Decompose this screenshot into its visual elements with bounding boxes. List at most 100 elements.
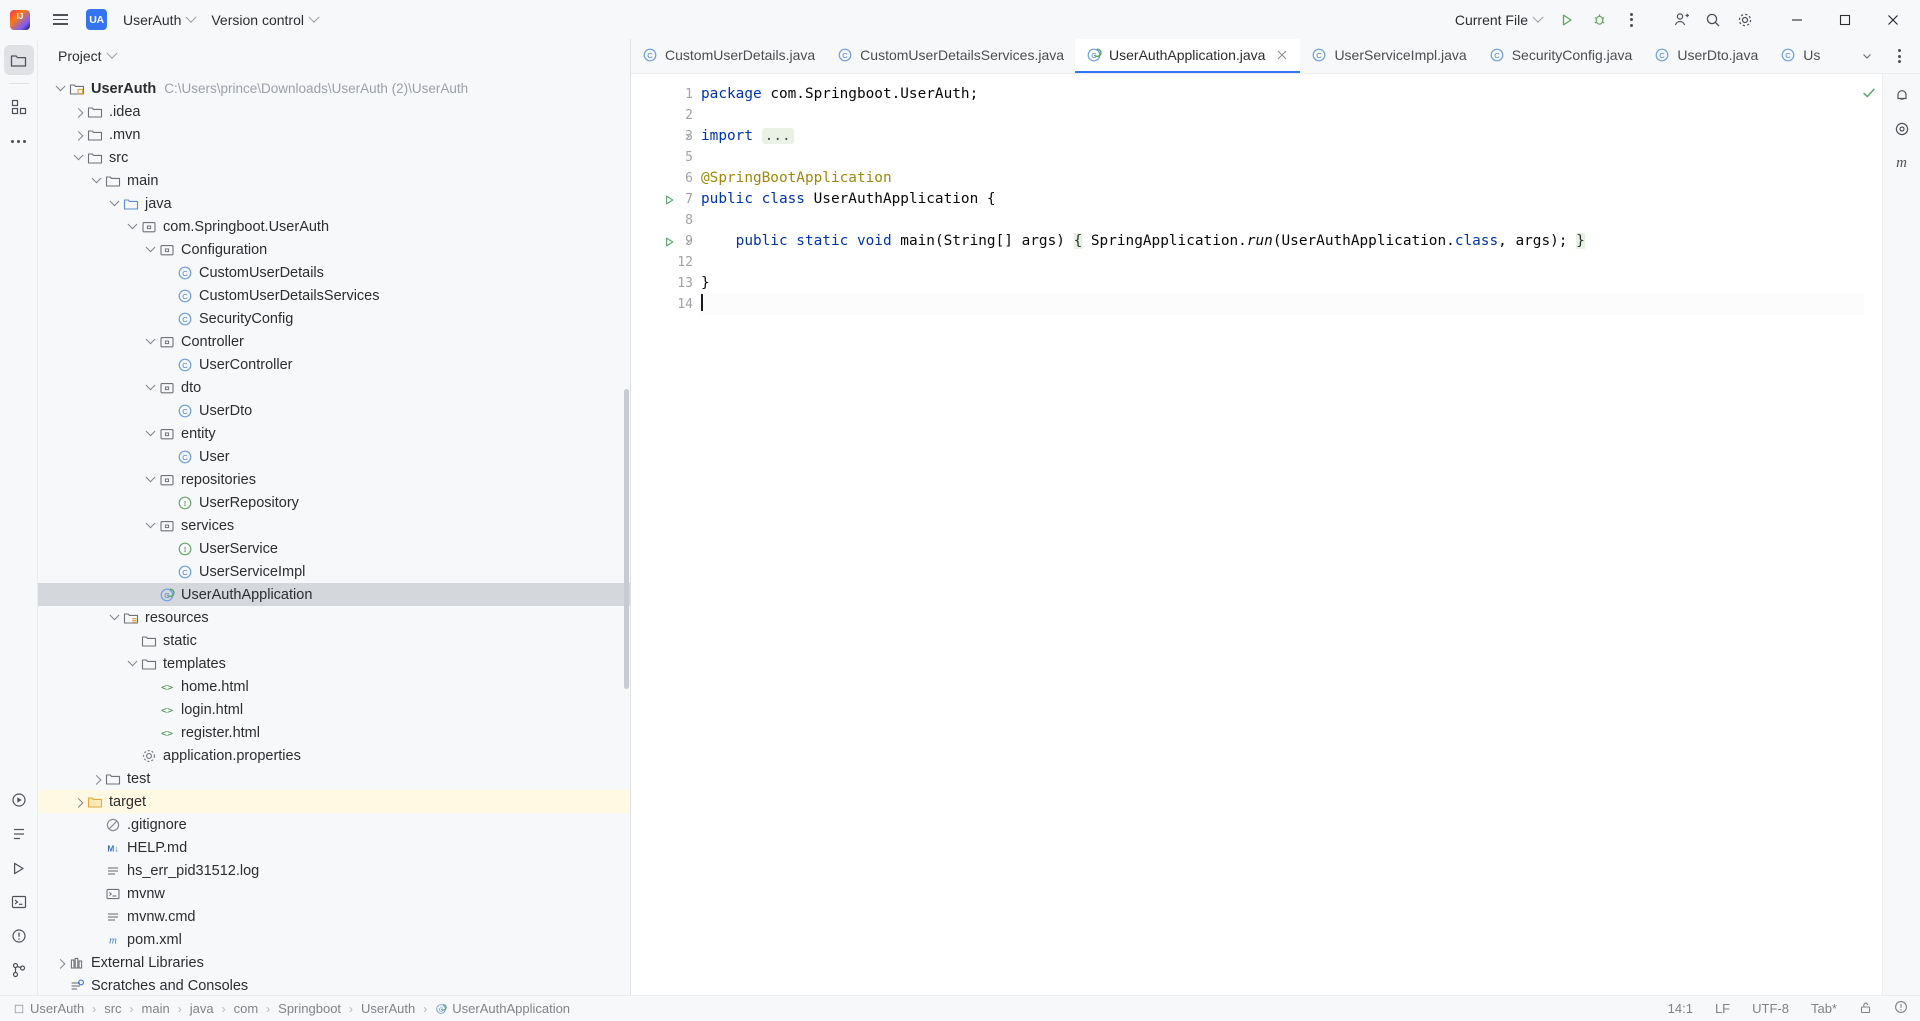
- chevron-down-icon[interactable]: [70, 150, 86, 166]
- editor-tab-securityconfig-java[interactable]: C SecurityConfig.java: [1478, 39, 1644, 73]
- tree-node-templates[interactable]: templates: [38, 652, 631, 675]
- search-icon[interactable]: [1698, 5, 1728, 35]
- tree-node-static[interactable]: static: [38, 629, 631, 652]
- tree-node-login-html[interactable]: <> login.html: [38, 698, 631, 721]
- gutter-line-13[interactable]: 13: [631, 273, 699, 294]
- gutter-line-14[interactable]: 14: [631, 294, 699, 315]
- chevron-down-icon[interactable]: [106, 196, 122, 212]
- tree-node-userservice[interactable]: I UserService: [38, 537, 631, 560]
- tree-node-mvnw-cmd[interactable]: mvnw.cmd: [38, 905, 631, 928]
- tree-node-test[interactable]: test: [38, 767, 631, 790]
- debug-icon[interactable]: [1584, 5, 1614, 35]
- code-line-12[interactable]: [699, 252, 1864, 273]
- editor-tab-us[interactable]: C Us: [1769, 39, 1831, 73]
- gutter-line-3[interactable]: 3: [631, 126, 699, 147]
- file-encoding[interactable]: UTF-8: [1748, 999, 1793, 1018]
- tree-node-usercontroller[interactable]: C UserController: [38, 353, 631, 376]
- close-icon[interactable]: [1870, 0, 1916, 39]
- more-actions-icon[interactable]: [1616, 5, 1646, 35]
- tree-node-mvnw[interactable]: mvnw: [38, 882, 631, 905]
- run-gutter-icon[interactable]: [663, 193, 676, 206]
- chevron-down-icon[interactable]: [142, 334, 158, 350]
- fold-expand-icon[interactable]: [683, 236, 692, 248]
- breadcrumb-item-java[interactable]: java: [187, 1000, 217, 1017]
- tree-node-securityconfig[interactable]: C SecurityConfig: [38, 307, 631, 330]
- code-line-2[interactable]: [699, 105, 1864, 126]
- chevron-down-icon[interactable]: [142, 472, 158, 488]
- run-gutter-icon[interactable]: [663, 235, 676, 248]
- code-editor[interactable]: 1 2 3 5 6 7 8 9 12 13 14 package com.Springboot.Us…: [631, 74, 1920, 995]
- editor-code-content[interactable]: package com.Springboot.UserAuth; import .…: [699, 74, 1864, 995]
- tree-node-configuration[interactable]: Configuration: [38, 238, 631, 261]
- chevron-right-icon[interactable]: [88, 771, 104, 787]
- chevron-right-icon[interactable]: [52, 955, 68, 971]
- tree-node-help-md[interactable]: M↓ HELP.md: [38, 836, 631, 859]
- tree-node-home-html[interactable]: <> home.html: [38, 675, 631, 698]
- chevron-right-icon[interactable]: [70, 127, 86, 143]
- chevron-down-icon[interactable]: [124, 219, 140, 235]
- structure-tool-window-button[interactable]: [4, 819, 34, 849]
- code-line-9[interactable]: public static void main(String[] args) {…: [699, 231, 1864, 252]
- project-tree-scrollbar[interactable]: [624, 389, 629, 689]
- account-icon[interactable]: [1666, 5, 1696, 35]
- maximize-icon[interactable]: [1822, 0, 1868, 39]
- breadcrumb-item-userauth[interactable]: UserAuth: [10, 1000, 87, 1017]
- tree-node-external-libraries[interactable]: External Libraries: [38, 951, 631, 974]
- gutter-line-1[interactable]: 1: [631, 84, 699, 105]
- fold-expand-icon[interactable]: [683, 131, 692, 143]
- notification-circle-icon[interactable]: [1890, 998, 1912, 1019]
- tree-node-target[interactable]: target: [38, 790, 631, 813]
- gutter-line-2[interactable]: 2: [631, 105, 699, 126]
- breadcrumb-item-main[interactable]: main: [139, 1000, 173, 1017]
- code-line-14[interactable]: [699, 294, 1864, 315]
- maven-tool-icon[interactable]: m: [1887, 148, 1917, 178]
- breadcrumb-item-src[interactable]: src: [101, 1000, 124, 1017]
- breadcrumb-item-userauthapplication[interactable]: C UserAuthApplication: [432, 1000, 573, 1017]
- breadcrumb-item-com[interactable]: com: [231, 1000, 262, 1017]
- tree-node-register-html[interactable]: <> register.html: [38, 721, 631, 744]
- editor-tab-userserviceimpl-java[interactable]: C UserServiceImpl.java: [1300, 39, 1477, 73]
- tree-node-main[interactable]: main: [38, 169, 631, 192]
- tree-node-hs-err-pid31512-log[interactable]: hs_err_pid31512.log: [38, 859, 631, 882]
- code-line-5[interactable]: [699, 147, 1864, 168]
- tree-node-userauthapplication[interactable]: C UserAuthApplication: [38, 583, 631, 606]
- chevron-down-icon[interactable]: [142, 426, 158, 442]
- tree-node-user[interactable]: C User: [38, 445, 631, 468]
- chevron-down-icon[interactable]: [1852, 41, 1882, 71]
- more-tool-windows-button[interactable]: [4, 126, 34, 156]
- tree-node--idea[interactable]: .idea: [38, 100, 631, 123]
- tree-node-scratches-and-consoles[interactable]: Scratches and Consoles: [38, 974, 631, 995]
- notifications-icon[interactable]: [1887, 80, 1917, 110]
- tree-node-userserviceimpl[interactable]: C UserServiceImpl: [38, 560, 631, 583]
- tree-node-services[interactable]: services: [38, 514, 631, 537]
- project-view-selector[interactable]: Project: [52, 45, 122, 67]
- run-configuration-selector[interactable]: Current File: [1447, 7, 1550, 33]
- minimize-icon[interactable]: [1774, 0, 1820, 39]
- tree-node--mvn[interactable]: .mvn: [38, 123, 631, 146]
- tree-node-repositories[interactable]: repositories: [38, 468, 631, 491]
- editor-gutter[interactable]: 1 2 3 5 6 7 8 9 12 13 14: [631, 74, 699, 995]
- more-options-icon[interactable]: [1884, 41, 1914, 71]
- version-control-dropdown[interactable]: Version control: [203, 7, 326, 33]
- tree-node-entity[interactable]: entity: [38, 422, 631, 445]
- tree-node-userauth[interactable]: UserAuth C:\Users\prince\Downloads\UserAu…: [38, 77, 631, 100]
- project-tree[interactable]: UserAuth C:\Users\prince\Downloads\UserAu…: [38, 73, 631, 995]
- tree-node-java[interactable]: java: [38, 192, 631, 215]
- tree-node-src[interactable]: src: [38, 146, 631, 169]
- code-line-8[interactable]: [699, 210, 1864, 231]
- chevron-down-icon[interactable]: [142, 242, 158, 258]
- tree-node-userdto[interactable]: C UserDto: [38, 399, 631, 422]
- tree-node--gitignore[interactable]: .gitignore: [38, 813, 631, 836]
- editor-tab-close-icon[interactable]: [1274, 48, 1289, 63]
- project-name-dropdown[interactable]: UserAuth: [115, 7, 203, 33]
- gutter-line-7[interactable]: 7: [631, 189, 699, 210]
- inspections-ok-icon[interactable]: [1862, 86, 1876, 105]
- breadcrumb-item-userauth[interactable]: UserAuth: [358, 1000, 418, 1017]
- code-line-3[interactable]: import ...: [699, 126, 1864, 147]
- tree-node-dto[interactable]: dto: [38, 376, 631, 399]
- tree-node-com-springboot-userauth[interactable]: com.Springboot.UserAuth: [38, 215, 631, 238]
- editor-tab-userdto-java[interactable]: C UserDto.java: [1643, 39, 1769, 73]
- chevron-down-icon[interactable]: [52, 81, 68, 97]
- problems-tool-window-button[interactable]: [4, 921, 34, 951]
- line-separator[interactable]: LF: [1711, 999, 1734, 1018]
